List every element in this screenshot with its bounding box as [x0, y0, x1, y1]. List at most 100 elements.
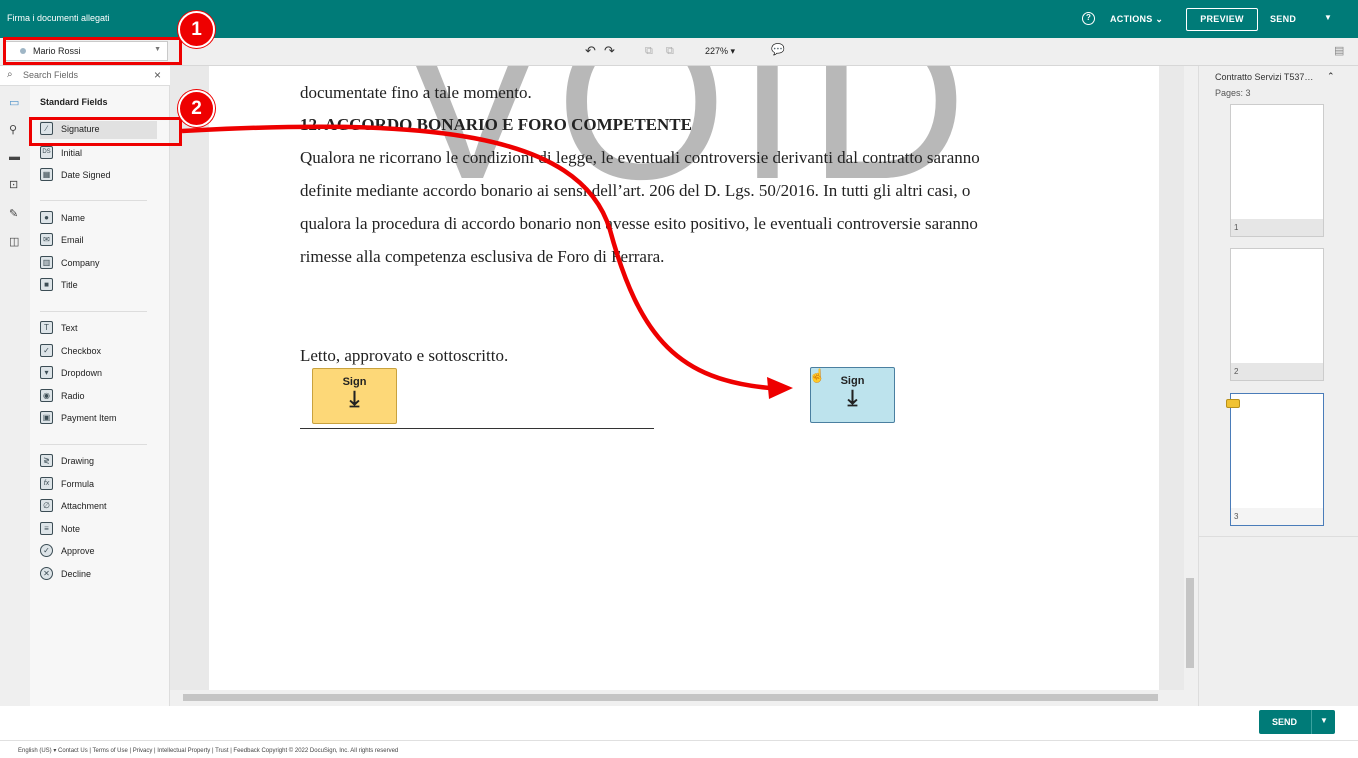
- field-label: Name: [61, 213, 86, 223]
- footer-divider: [0, 740, 1358, 741]
- search-input[interactable]: Search Fields: [23, 70, 78, 80]
- page-thumbnail-1[interactable]: 1: [1230, 104, 1324, 237]
- drawing-icon: ≷: [40, 454, 53, 467]
- standard-fields-icon[interactable]: ▭: [9, 96, 19, 109]
- divider: [40, 311, 147, 312]
- comment-icon[interactable]: 💬: [771, 43, 785, 56]
- note-icon: ≡: [40, 522, 53, 535]
- field-label: Attachment: [61, 501, 107, 511]
- field-label: Date Signed: [61, 170, 111, 180]
- field-label: Checkbox: [61, 346, 102, 356]
- redo-icon[interactable]: ↷: [604, 43, 615, 59]
- page-number: 1: [1231, 219, 1323, 236]
- field-date-signed[interactable]: ▦ Date Signed: [40, 167, 157, 185]
- footer-send-button[interactable]: SEND ▼: [1259, 710, 1335, 734]
- hand-cursor-icon: ☝: [809, 368, 826, 383]
- download-arrow-icon: ⤓: [847, 385, 858, 410]
- chevron-up-icon[interactable]: ⌃: [1327, 71, 1335, 82]
- field-label: Drawing: [61, 456, 95, 466]
- search-icon: ⌕: [7, 69, 13, 80]
- calendar-icon: ▦: [40, 168, 53, 181]
- field-initial[interactable]: DS Initial: [40, 145, 157, 163]
- custom-fields-icon[interactable]: ⚲: [9, 123, 17, 136]
- zoom-selector[interactable]: 227% ▾: [705, 46, 735, 57]
- scroll-thumb[interactable]: [1186, 578, 1194, 668]
- field-attachment[interactable]: ∅ Attachment: [40, 498, 157, 516]
- field-radio[interactable]: ◉ Radio: [40, 388, 157, 406]
- actions-menu[interactable]: ACTIONS ⌄: [1110, 14, 1163, 25]
- page-title: Firma i documenti allegati: [7, 13, 110, 23]
- field-checkbox[interactable]: ✓ Checkbox: [40, 343, 157, 361]
- scroll-thumb[interactable]: [183, 694, 1158, 701]
- document-text-line: documentate fino a tale momento.: [300, 83, 532, 102]
- page-thumbnail-2[interactable]: 2: [1230, 248, 1324, 381]
- pages-panel-icon[interactable]: ▤: [1334, 44, 1344, 57]
- email-icon: ✉: [40, 233, 53, 246]
- approve-icon: ✓: [40, 544, 53, 557]
- checkbox-icon: ✓: [40, 344, 53, 357]
- person-icon: ●: [40, 211, 53, 224]
- horizontal-scrollbar[interactable]: [170, 690, 1184, 706]
- paste-icon[interactable]: ⧉: [666, 45, 674, 58]
- field-approve[interactable]: ✓ Approve: [40, 543, 157, 561]
- field-company[interactable]: ▥ Company: [40, 255, 157, 273]
- field-label: Text: [61, 323, 78, 333]
- field-text[interactable]: T Text: [40, 320, 157, 338]
- send-options-caret-icon[interactable]: ▼: [1324, 13, 1332, 22]
- document-heading: 12. ACCORDO BONARIO E FORO COMPETENTE: [300, 115, 692, 134]
- field-label: Company: [61, 258, 100, 268]
- sign-tab-placed[interactable]: Sign ⤓: [312, 368, 397, 424]
- field-label: Radio: [61, 391, 85, 401]
- stamp-icon[interactable]: ▬: [9, 151, 20, 163]
- formula-icon: fx: [40, 477, 53, 490]
- field-label: Email: [61, 235, 84, 245]
- field-label: Note: [61, 524, 81, 534]
- building-icon: ▥: [40, 256, 53, 269]
- send-label: SEND: [1272, 717, 1298, 727]
- dropdown-icon: ▾: [40, 366, 53, 379]
- divider: [1311, 710, 1312, 734]
- page-thumbnail-3[interactable]: 3: [1230, 393, 1324, 526]
- search-fields: ⌕ Search Fields ×: [0, 66, 170, 86]
- footer-links[interactable]: English (US) ▾ Contact Us | Terms of Use…: [18, 747, 398, 754]
- briefcase-icon: ■: [40, 278, 53, 291]
- field-label: Title: [61, 280, 78, 290]
- recipient-fields-icon[interactable]: ⊡: [9, 178, 18, 191]
- field-title[interactable]: ■ Title: [40, 277, 157, 295]
- field-note[interactable]: ≡ Note: [40, 521, 157, 539]
- divider: [40, 200, 147, 201]
- page-count: Pages: 3: [1215, 88, 1251, 98]
- send-button[interactable]: SEND: [1270, 14, 1296, 24]
- field-label: Decline: [61, 569, 92, 579]
- signature-line: [300, 428, 654, 429]
- text-icon: T: [40, 321, 53, 334]
- step-badge-2: 2: [178, 90, 215, 127]
- page-thumbnails-panel: Contratto Servizi T537… ⌃ Pages: 3 1 2 3: [1198, 66, 1358, 706]
- field-decline[interactable]: ✕ Decline: [40, 566, 157, 584]
- radio-icon: ◉: [40, 389, 53, 402]
- decline-icon: ✕: [40, 567, 53, 580]
- field-category-strip: ▭ ⚲ ▬ ⊡ ✎ ◫: [0, 86, 30, 706]
- preview-button[interactable]: PREVIEW: [1186, 8, 1258, 31]
- divider: [1199, 536, 1358, 537]
- page-number: 2: [1231, 363, 1323, 380]
- undo-icon[interactable]: ↶: [585, 43, 596, 59]
- field-drawing[interactable]: ≷ Drawing: [40, 453, 157, 471]
- field-payment-item[interactable]: ▣ Payment Item: [40, 410, 157, 428]
- pen-icon[interactable]: ✎: [9, 207, 18, 220]
- help-icon[interactable]: ?: [1082, 12, 1095, 25]
- document-name: Contratto Servizi T537…: [1215, 72, 1314, 82]
- vertical-scrollbar[interactable]: [1184, 66, 1198, 706]
- chevron-down-icon[interactable]: ▼: [1320, 716, 1328, 725]
- actions-label: ACTIONS: [1110, 14, 1153, 24]
- section-title: Standard Fields: [40, 97, 108, 107]
- document-icon[interactable]: ◫: [9, 235, 19, 248]
- field-email[interactable]: ✉ Email: [40, 232, 157, 250]
- page-number: 3: [1231, 508, 1323, 525]
- field-name[interactable]: ● Name: [40, 210, 157, 228]
- close-icon[interactable]: ×: [154, 68, 161, 82]
- field-dropdown[interactable]: ▾ Dropdown: [40, 365, 157, 383]
- paperclip-icon: ∅: [40, 499, 53, 512]
- field-formula[interactable]: fx Formula: [40, 476, 157, 494]
- copy-icon[interactable]: ⧉: [645, 45, 653, 58]
